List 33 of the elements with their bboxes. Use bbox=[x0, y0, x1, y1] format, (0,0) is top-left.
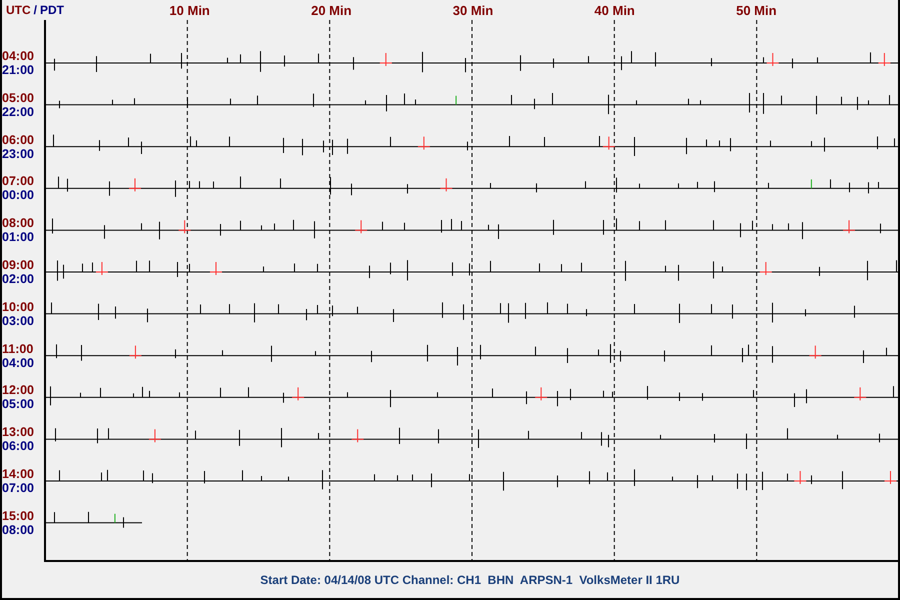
local-hour-label: 21:00 bbox=[2, 63, 35, 77]
utc-hour-label: 05:00 bbox=[2, 90, 35, 105]
local-hour-label: 04:00 bbox=[2, 356, 35, 370]
utc-hour-label: 14:00 bbox=[2, 466, 35, 481]
utc-hour-label: 13:00 bbox=[2, 425, 35, 440]
local-hour-label: 02:00 bbox=[2, 272, 35, 286]
minute-label: 10 Min bbox=[169, 2, 210, 18]
local-hour-label: 00:00 bbox=[2, 188, 35, 202]
channel-info: Start Date: 04/14/08 UTC Channel: CH1 BHN ARPSN-1 VolksMeter II 1RU bbox=[260, 573, 680, 587]
minute-label: 30 Min bbox=[452, 2, 494, 18]
utc-hour-label: 15:00 bbox=[2, 508, 35, 523]
local-hour-label: 07:00 bbox=[2, 480, 35, 495]
utc-hour-label: 09:00 bbox=[2, 258, 35, 272]
utc-hour-label: 08:00 bbox=[2, 216, 35, 230]
minute-label: 20 Min bbox=[311, 2, 352, 18]
utc-hour-label: 10:00 bbox=[2, 300, 35, 314]
local-time-label: PDT bbox=[40, 3, 64, 17]
local-hour-label: 08:00 bbox=[2, 522, 35, 537]
local-hour-label: 22:00 bbox=[2, 104, 35, 119]
local-hour-label: 06:00 bbox=[2, 439, 35, 454]
minute-label: 40 Min bbox=[594, 2, 635, 18]
minute-label: 50 Min bbox=[736, 2, 777, 18]
local-hour-label: 05:00 bbox=[2, 397, 35, 412]
utc-label: UTC bbox=[6, 3, 31, 17]
local-hour-label: 23:00 bbox=[2, 146, 35, 161]
utc-hour-label: 12:00 bbox=[2, 383, 35, 398]
utc-hour-label: 11:00 bbox=[2, 342, 34, 356]
utc-hour-label: 06:00 bbox=[2, 132, 35, 147]
separator: / bbox=[34, 3, 38, 17]
utc-hour-label: 07:00 bbox=[2, 174, 35, 188]
local-hour-label: 03:00 bbox=[2, 314, 35, 328]
utc-hour-label: 04:00 bbox=[2, 49, 35, 63]
local-hour-label: 01:00 bbox=[2, 230, 35, 244]
